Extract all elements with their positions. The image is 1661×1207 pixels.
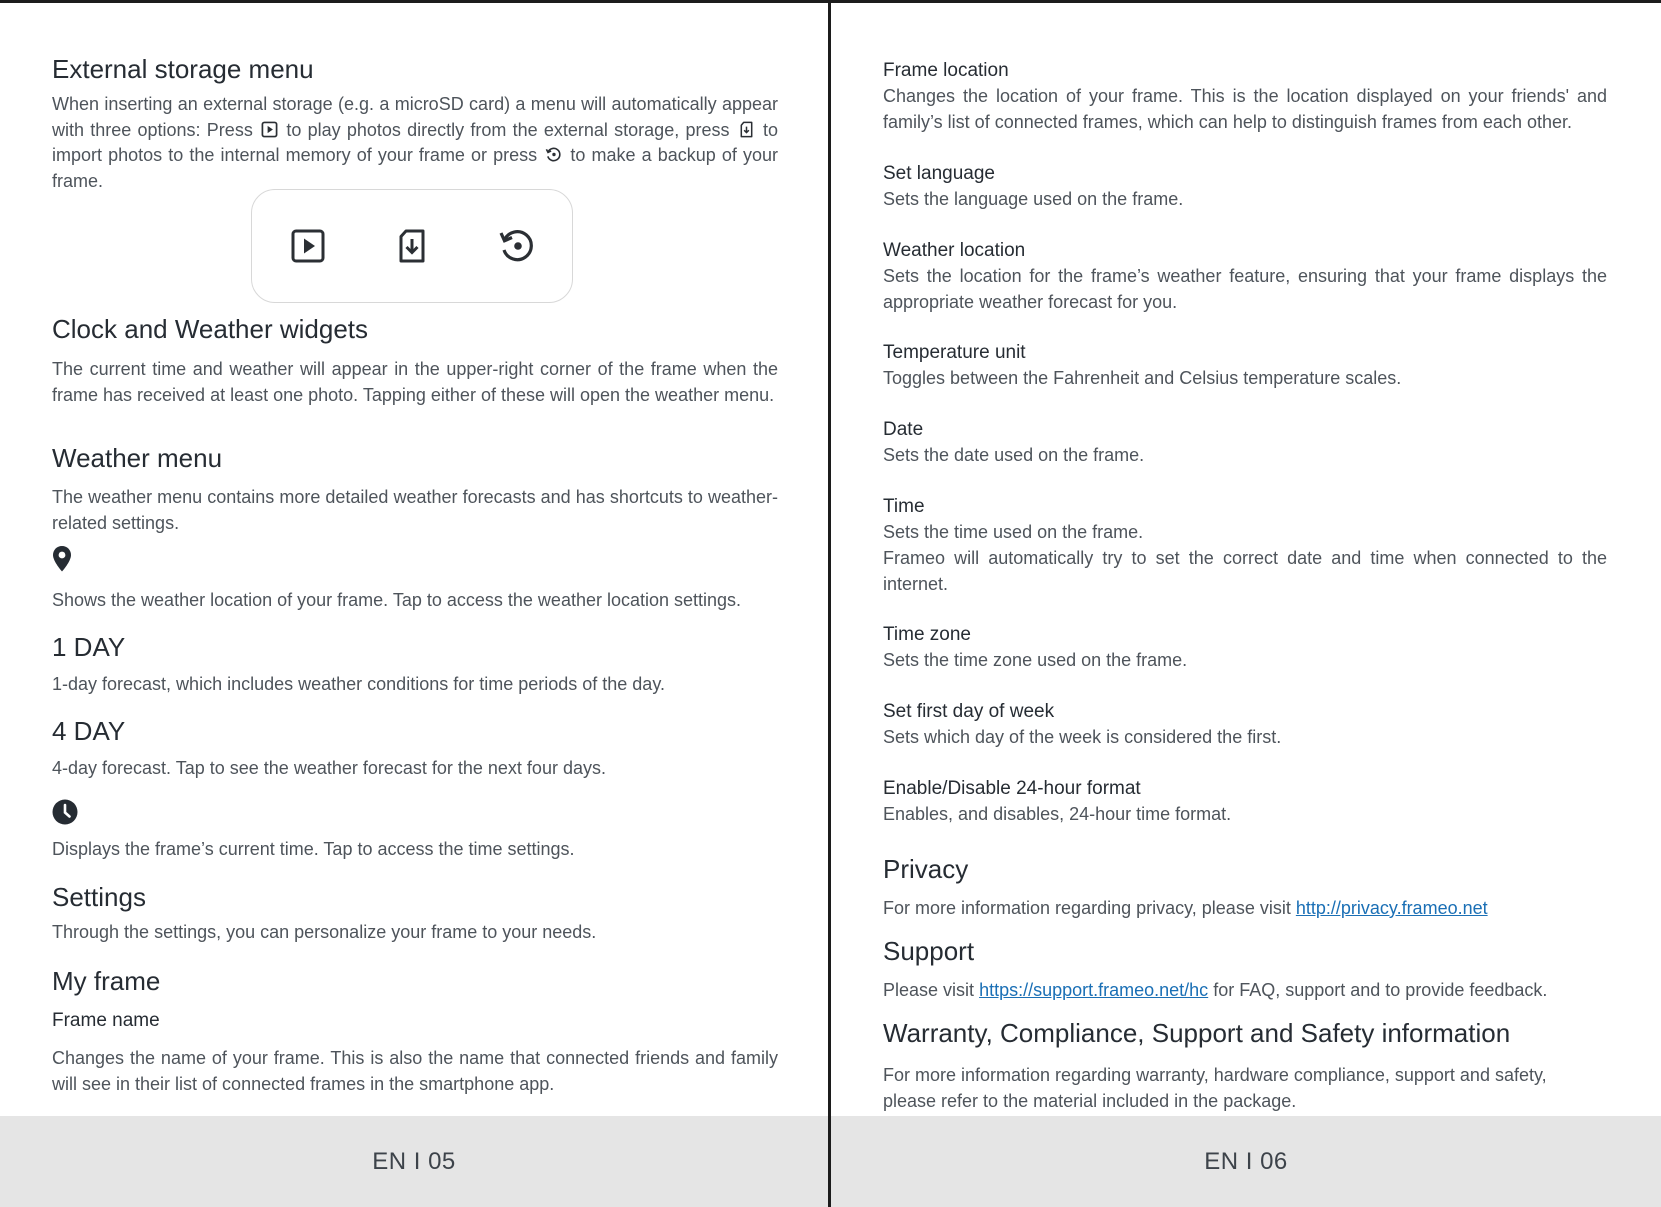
external-storage-text: When inserting an external storage (e.g.… [52, 92, 778, 194]
backup-icon [545, 147, 561, 162]
frame-location-text: Changes the location of your frame. This… [883, 86, 1607, 132]
page-divider [828, 0, 831, 1207]
page-number-left: EN I 05 [0, 1116, 828, 1207]
weather-location-title: Weather location [883, 240, 1026, 261]
clock-text: Displays the frame’s current time. Tap t… [52, 839, 575, 859]
frame-name-title: Frame name [52, 1010, 160, 1031]
play-icon[interactable] [290, 228, 326, 264]
external-storage-heading: External storage menu [52, 54, 314, 84]
page-right: Frame location Changes the location of y… [831, 3, 1661, 1207]
date-text: Sets the date used on the frame. [883, 445, 1145, 465]
frame-name-text: Changes the name of your frame. This is … [52, 1048, 778, 1094]
time-zone-text: Sets the time zone used on the frame. [883, 650, 1188, 670]
set-language-text: Sets the language used on the frame. [883, 189, 1184, 209]
set-language-title: Set language [883, 163, 995, 184]
clock-weather-heading: Clock and Weather widgets [52, 314, 369, 344]
date-title: Date [883, 419, 924, 440]
temperature-unit-title: Temperature unit [883, 342, 1026, 363]
settings-text: Through the settings, you can personaliz… [52, 922, 597, 942]
weather-location-setting-text: Sets the location for the frame’s weathe… [883, 266, 1607, 312]
support-text-after: for FAQ, support and to provide feedback… [1213, 980, 1548, 1000]
location-pin-icon [53, 546, 71, 572]
support-link[interactable]: https://support.frameo.net/hc [979, 980, 1208, 1000]
external-storage-text-2: to play photos directly from the externa… [286, 119, 730, 140]
clock-icon [52, 799, 78, 825]
time-zone-title: Time zone [883, 624, 971, 645]
warranty-heading: Warranty, Compliance, Support and Safety… [883, 1018, 1511, 1048]
hour-format-title: Enable/Disable 24-hour format [883, 778, 1141, 799]
privacy-text-label: For more information regarding privacy, … [883, 898, 1291, 918]
settings-heading: Settings [52, 882, 146, 912]
privacy-link[interactable]: http://privacy.frameo.net [1296, 898, 1488, 918]
warranty-text: For more information regarding warranty,… [883, 1065, 1547, 1111]
time-auto-text: Frameo will automatically try to set the… [883, 548, 1607, 594]
my-frame-heading: My frame [52, 966, 161, 996]
time-title: Time [883, 496, 925, 517]
play-icon [261, 121, 278, 137]
support-text: Please visit https://support.frameo.net/… [883, 978, 1607, 1004]
import-icon[interactable] [394, 228, 430, 264]
page-left: External storage menu When inserting an … [0, 3, 828, 1207]
weather-menu-heading: Weather menu [52, 443, 223, 473]
weather-menu-text: The weather menu contains more detailed … [52, 487, 778, 533]
import-icon [740, 121, 753, 137]
page-number-right: EN I 06 [831, 1116, 1661, 1207]
privacy-heading: Privacy [883, 854, 969, 884]
first-day-text: Sets which day of the week is considered… [883, 727, 1282, 747]
temperature-unit-text: Toggles between the Fahrenheit and Celsi… [883, 368, 1402, 388]
external-storage-menu [251, 189, 573, 303]
four-day-heading: 4 DAY [52, 716, 126, 746]
one-day-heading: 1 DAY [52, 632, 126, 662]
support-heading: Support [883, 936, 975, 966]
four-day-text: 4-day forecast. Tap to see the weather f… [52, 758, 606, 778]
hour-format-text: Enables, and disables, 24-hour time form… [883, 804, 1232, 824]
frame-location-title: Frame location [883, 60, 1009, 81]
first-day-title: Set first day of week [883, 701, 1055, 722]
one-day-text: 1-day forecast, which includes weather c… [52, 674, 665, 694]
support-text-before: Please visit [883, 980, 975, 1000]
clock-weather-text: The current time and weather will appear… [52, 359, 778, 405]
privacy-text: For more information regarding privacy, … [883, 896, 1607, 922]
weather-location-text: Shows the weather location of your frame… [52, 590, 742, 610]
backup-icon[interactable] [498, 227, 536, 265]
time-text: Sets the time used on the frame. [883, 522, 1144, 542]
